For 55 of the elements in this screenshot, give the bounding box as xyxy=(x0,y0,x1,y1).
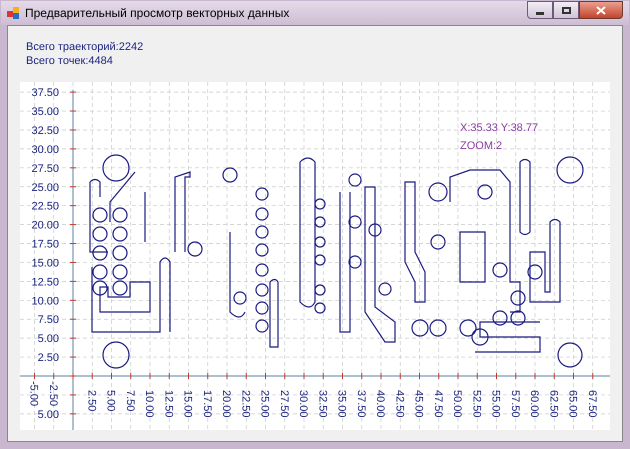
y-tick-label: 20.00 xyxy=(31,220,59,232)
y-tick-label: 5.00 xyxy=(38,408,59,421)
y-tick-label: 5.00 xyxy=(38,333,59,346)
y-tick-label: 35.00 xyxy=(31,106,59,118)
y-tick-label: 15.00 xyxy=(31,257,59,270)
x-tick-label: 62.50 xyxy=(547,390,560,418)
x-tick-label: -2.50 xyxy=(46,381,59,406)
x-tick-label: 5.00 xyxy=(104,390,116,412)
x-tick-label: 60.00 xyxy=(528,390,540,418)
x-tick-label: 10.00 xyxy=(143,390,155,418)
y-tick-label: 30.00 xyxy=(31,144,59,156)
x-tick-label: 37.50 xyxy=(354,390,367,418)
y-tick-label: 10.00 xyxy=(31,295,59,308)
x-tick-label: 30.00 xyxy=(297,390,309,418)
x-tick-label: 20.00 xyxy=(220,390,232,418)
x-tick-label: 50.00 xyxy=(451,390,463,418)
close-button[interactable] xyxy=(579,1,623,19)
window-title: Предварительный просмотр векторных данных xyxy=(25,5,290,22)
x-tick-label: 65.00 xyxy=(566,390,578,418)
minimize-button[interactable] xyxy=(527,1,553,19)
x-tick-label: 35.00 xyxy=(336,390,348,418)
cursor-coordinates: X:35.33 Y:38.77 xyxy=(460,122,538,134)
stat-text: Всего траекторий:2242 xyxy=(26,40,144,54)
maximize-button[interactable] xyxy=(553,1,579,19)
x-tick-label: 15.00 xyxy=(182,390,194,418)
x-tick-label: 25.00 xyxy=(258,390,270,418)
stat-text: Всего точек:4484 xyxy=(26,54,114,68)
app-icon xyxy=(7,7,19,19)
y-tick-label: 2.50 xyxy=(38,352,59,364)
x-tick-label: 42.50 xyxy=(393,390,406,418)
x-tick-label: -5.00 xyxy=(28,381,40,406)
close-icon xyxy=(596,6,606,14)
x-tick-label: 57.50 xyxy=(508,390,521,418)
x-tick-label: 27.50 xyxy=(278,390,290,418)
x-tick-label: 17.50 xyxy=(200,390,213,418)
x-tick-label: 32.50 xyxy=(316,390,328,418)
x-tick-label: 2.50 xyxy=(85,390,98,412)
x-tick-label: 67.50 xyxy=(586,390,598,418)
x-tick-label: 45.00 xyxy=(412,390,424,418)
y-tick-label: 27.50 xyxy=(31,162,59,175)
y-tick-label: 12.50 xyxy=(31,276,59,288)
x-tick-label: 47.50 xyxy=(432,390,444,418)
x-tick-label: 52.50 xyxy=(470,390,482,418)
y-tick-label: 32.50 xyxy=(31,124,59,137)
y-tick-label: 22.50 xyxy=(31,200,59,213)
zoom-level: ZOOM:2 xyxy=(460,140,502,152)
y-tick-label: 37.50 xyxy=(31,87,59,100)
x-tick-label: 55.00 xyxy=(490,390,502,418)
y-tick-label: 25.00 xyxy=(31,182,59,194)
y-tick-label: 7.50 xyxy=(38,314,59,326)
x-tick-label: 12.50 xyxy=(162,390,174,418)
x-tick-label: 22.50 xyxy=(239,390,252,418)
x-tick-label: 7.50 xyxy=(124,390,136,412)
x-tick-label: 40.00 xyxy=(374,390,386,418)
y-tick-label: 17.50 xyxy=(31,238,59,251)
